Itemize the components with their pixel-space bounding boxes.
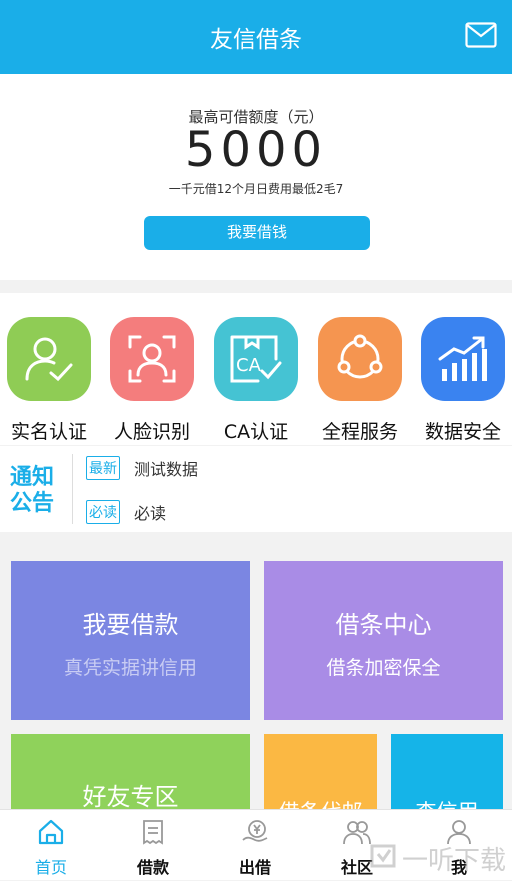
limit-note: 一千元借12个月日费用最低2毛7	[168, 182, 344, 196]
ca-certificate-icon: CA	[214, 317, 298, 401]
feature-label: 人脸识别	[113, 421, 190, 443]
share-nodes-icon	[318, 317, 402, 401]
verified-user-icon	[7, 317, 91, 401]
notice-item[interactable]: 必读 必读	[86, 500, 166, 524]
feature-ca-certification[interactable]: CA CA认证	[204, 317, 308, 444]
face-scan-icon	[110, 317, 194, 401]
svg-text:通知: 通知	[10, 464, 54, 490]
notice-tag: 最新	[86, 456, 120, 480]
feature-label: 实名认证	[10, 421, 87, 443]
watermark-text: 一听下载	[402, 846, 507, 876]
watermark-logo-icon	[370, 844, 396, 868]
tab-home[interactable]: 首页	[0, 810, 102, 881]
app-header: 友信借条	[0, 0, 512, 74]
growth-chart-icon	[421, 317, 505, 401]
receipt-icon	[143, 820, 163, 845]
tab-label: 借款	[136, 858, 169, 877]
notice-tag: 必读	[86, 500, 120, 524]
notice-text: 测试数据	[134, 460, 199, 479]
limit-amount: 5000	[184, 122, 328, 178]
notice-item[interactable]: 最新 测试数据	[86, 456, 198, 480]
notice-text: 必读	[134, 504, 167, 523]
app-title: 友信借条	[210, 27, 302, 53]
feature-label: 数据安全	[424, 421, 501, 443]
feature-data-security[interactable]: 数据安全	[411, 317, 512, 444]
tile-subtitle: 真凭实据讲信用	[63, 657, 197, 679]
tile-title: 好友专区	[82, 783, 179, 811]
notice-divider	[72, 454, 73, 524]
tab-label: 首页	[34, 858, 67, 877]
svg-text:CA: CA	[236, 355, 262, 376]
home-icon	[38, 819, 64, 845]
tile-iou-center[interactable]: 借条中心 借条加密保全	[264, 561, 503, 720]
tile-title: 我要借款	[82, 611, 179, 639]
tile-subtitle: 借条加密保全	[326, 657, 441, 679]
tab-label: 出借	[238, 858, 271, 877]
mail-icon[interactable]	[465, 22, 497, 48]
feature-full-service[interactable]: 全程服务	[308, 317, 412, 444]
feature-real-name[interactable]: 实名认证	[0, 317, 101, 444]
tab-lend[interactable]: 出借	[204, 810, 306, 881]
tile-title: 借条中心	[335, 611, 432, 639]
feature-label: 全程服务	[321, 421, 398, 443]
borrow-money-button[interactable]: 我要借钱	[144, 216, 370, 250]
site-watermark: 一听下载	[362, 838, 512, 876]
notice-board: 通知 公告 最新 测试数据 必读 必读	[0, 446, 512, 532]
notice-logo-icon: 通知 公告	[10, 464, 54, 514]
credit-limit-card: 最高可借额度（元） 5000 一千元借12个月日费用最低2毛7 我要借钱	[0, 74, 512, 280]
feature-label: CA认证	[223, 421, 289, 443]
yen-hand-icon	[242, 820, 268, 842]
feature-grid: 实名认证 人脸识别 CA CA认证 全程服务 数据安全	[0, 293, 512, 445]
tab-borrow[interactable]: 借款	[102, 810, 204, 881]
feature-face-recognition[interactable]: 人脸识别	[100, 317, 204, 444]
tile-borrow[interactable]: 我要借款 真凭实据讲信用	[11, 561, 250, 720]
svg-text:公告: 公告	[10, 491, 54, 514]
